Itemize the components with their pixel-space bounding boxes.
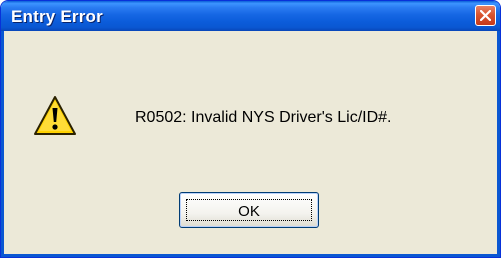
window-frame-bottom [1,254,500,257]
window-frame-left [1,31,4,257]
ok-button-label: OK [238,202,260,220]
ok-button[interactable]: OK [179,192,319,228]
warning-triangle-icon [34,96,76,135]
error-message: R0502: Invalid NYS Driver's Lic/ID#. [135,109,392,126]
error-dialog: Entry Error R0502: Invalid NYS Driver's … [0,0,501,258]
close-icon [480,10,491,21]
window-frame-right [497,31,500,257]
close-button[interactable] [475,5,496,26]
dialog-title: Entry Error [11,7,103,26]
title-bar[interactable]: Entry Error [1,1,500,31]
